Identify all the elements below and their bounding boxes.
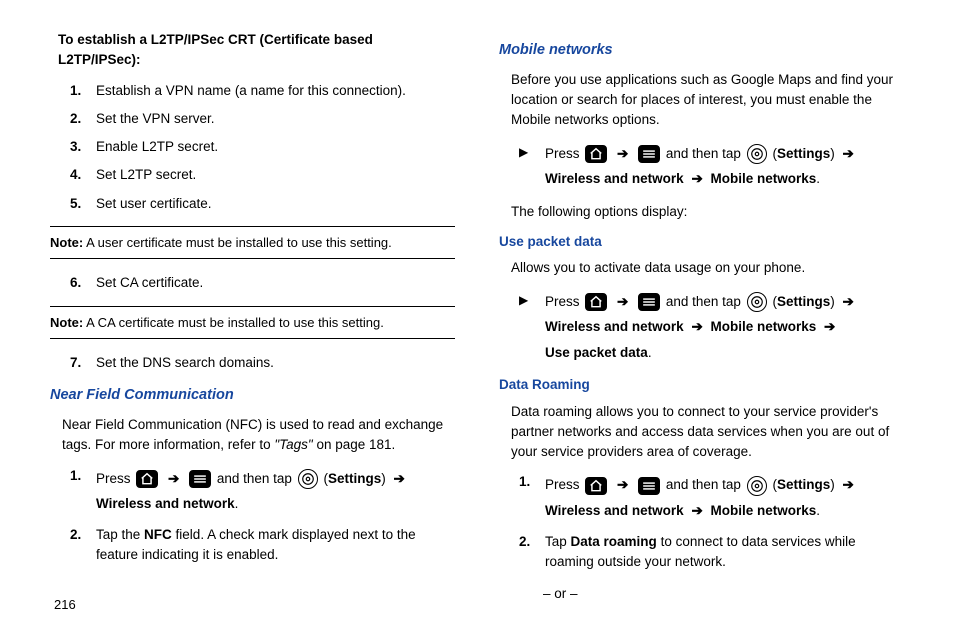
settings-icon [747, 292, 767, 312]
note-ca-cert: Note: A CA certificate must be installed… [50, 306, 455, 340]
home-icon [585, 477, 607, 495]
list-item: 7.Set the DNS search domains. [70, 353, 455, 373]
dr-steps: 1. Press ➔ and then tap (Settings) ➔ Wir… [519, 472, 904, 572]
list-item: 4.Set L2TP secret. [70, 165, 455, 185]
mobile-networks-heading: Mobile networks [499, 40, 904, 62]
list-item: 5.Set user certificate. [70, 194, 455, 214]
settings-icon [747, 144, 767, 164]
list-item: 3.Enable L2TP secret. [70, 137, 455, 157]
use-packet-data-heading: Use packet data [499, 232, 904, 252]
settings-icon [747, 476, 767, 496]
list-item: 2. Tap the NFC field. A check mark displ… [70, 525, 455, 566]
list-item: 2. Tap Data roaming to connect to data s… [519, 532, 904, 573]
menu-icon [638, 293, 660, 311]
l2tp-steps-1-5: 1.Establish a VPN name (a name for this … [70, 81, 455, 214]
list-item: 1. Press ➔ and then tap (Settings) ➔ Wir… [519, 472, 904, 523]
settings-icon [298, 469, 318, 489]
page-columns: To establish a L2TP/IPSec CRT (Certifica… [50, 30, 904, 604]
note-user-cert: Note: A user certificate must be install… [50, 226, 455, 260]
nfc-steps: 1. Press ➔ and then tap (Settings) ➔ Wir… [70, 466, 455, 566]
or-separator: – or – [543, 584, 904, 604]
mn-intro: Before you use applications such as Goog… [511, 70, 904, 131]
mn-step: ▶ Press ➔ and then tap (Settings) ➔ Wire… [519, 141, 904, 192]
home-icon [136, 470, 158, 488]
l2tp-step-6: 6.Set CA certificate. [70, 273, 455, 293]
list-item: 1.Establish a VPN name (a name for this … [70, 81, 455, 101]
menu-icon [638, 145, 660, 163]
page-number: 216 [54, 595, 76, 615]
left-column: To establish a L2TP/IPSec CRT (Certifica… [50, 30, 455, 604]
list-item: 6.Set CA certificate. [70, 273, 455, 293]
mn-following: The following options display: [511, 202, 904, 222]
menu-icon [189, 470, 211, 488]
triangle-bullet-icon: ▶ [519, 289, 545, 366]
data-roaming-heading: Data Roaming [499, 375, 904, 395]
upd-step: ▶ Press ➔ and then tap (Settings) ➔ Wire… [519, 289, 904, 366]
list-item: 1. Press ➔ and then tap (Settings) ➔ Wir… [70, 466, 455, 517]
upd-intro: Allows you to activate data usage on you… [511, 258, 904, 278]
triangle-bullet-icon: ▶ [519, 141, 545, 192]
menu-icon [638, 477, 660, 495]
home-icon [585, 145, 607, 163]
nfc-heading: Near Field Communication [50, 385, 455, 407]
dr-intro: Data roaming allows you to connect to yo… [511, 402, 904, 463]
nfc-intro: Near Field Communication (NFC) is used t… [62, 415, 455, 456]
list-item: 2.Set the VPN server. [70, 109, 455, 129]
home-icon [585, 293, 607, 311]
l2tp-step-7: 7.Set the DNS search domains. [70, 353, 455, 373]
l2tp-heading: To establish a L2TP/IPSec CRT (Certifica… [58, 30, 455, 71]
right-column: Mobile networks Before you use applicati… [499, 30, 904, 604]
